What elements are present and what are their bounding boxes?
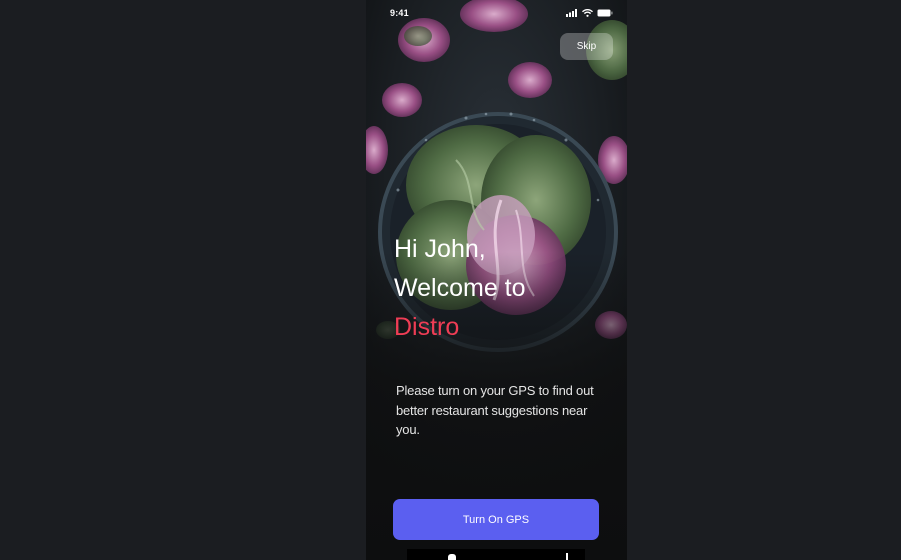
welcome-line: Welcome to xyxy=(394,274,526,302)
cellular-signal-icon xyxy=(566,9,577,17)
greeting-line: Hi John, xyxy=(394,235,486,263)
brand-name: Distro xyxy=(394,313,460,341)
phone-screen: 9:41 Skip Hi John, Welcome to Distro Ple… xyxy=(366,0,627,560)
home-indicator-mark xyxy=(448,554,456,560)
turn-on-gps-button[interactable]: Turn On GPS xyxy=(393,499,599,540)
battery-icon xyxy=(597,9,613,17)
home-indicator-tick xyxy=(566,553,568,560)
welcome-heading: Hi John, Welcome to Distro xyxy=(394,230,614,347)
status-icons xyxy=(566,8,613,18)
status-bar: 9:41 xyxy=(366,0,627,26)
skip-button[interactable]: Skip xyxy=(560,33,613,60)
desktop-canvas: 9:41 Skip Hi John, Welcome to Distro Ple… xyxy=(0,0,901,560)
gps-description: Please turn on your GPS to find out bett… xyxy=(396,383,594,437)
wifi-icon xyxy=(582,9,593,17)
status-time: 9:41 xyxy=(390,8,409,18)
bottom-bar xyxy=(407,549,585,560)
